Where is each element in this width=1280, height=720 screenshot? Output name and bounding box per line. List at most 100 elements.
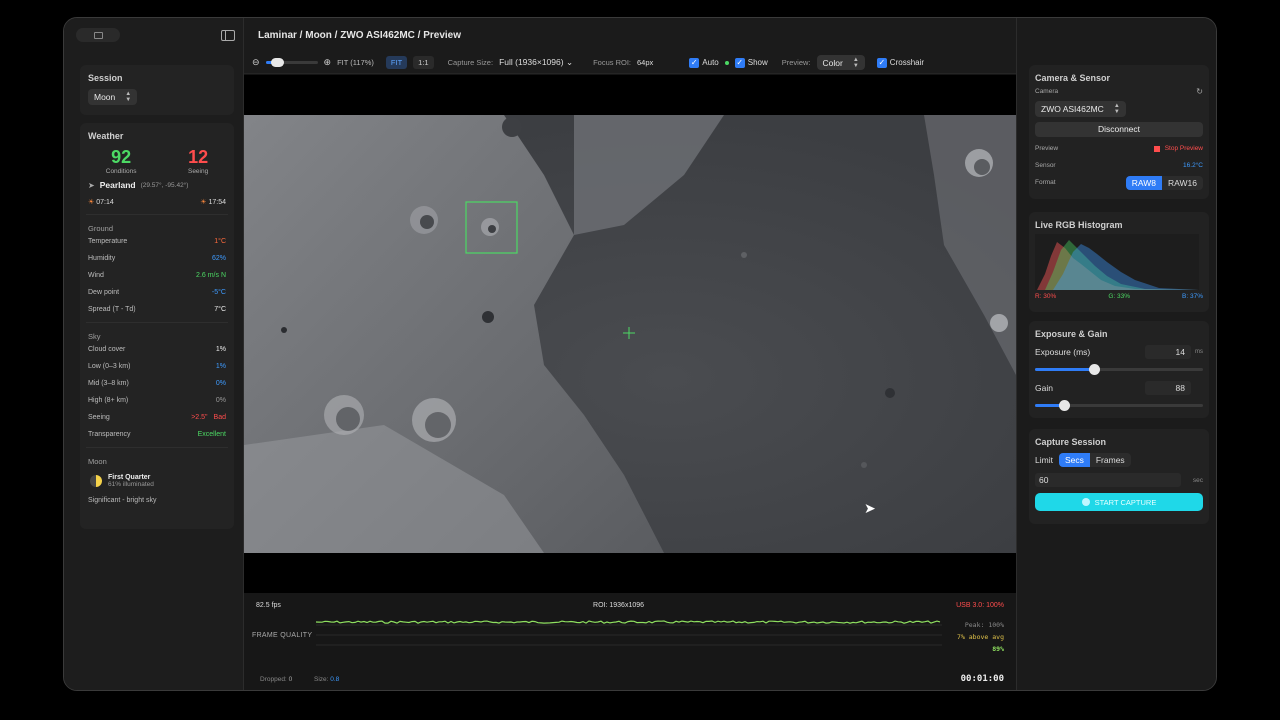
window-icon [93, 31, 103, 39]
show-label: Show [747, 58, 768, 67]
record-icon [1081, 498, 1090, 506]
roi-readout: ROI: 1936x1096 [593, 602, 645, 609]
gain-input[interactable]: 88 [1145, 381, 1191, 395]
limit-toggle: Secs Frames [1058, 453, 1131, 467]
start-capture-button[interactable]: START CAPTURE [1035, 493, 1203, 511]
sunset-time: 17:54 [208, 199, 226, 206]
seeing-value: 12 [188, 147, 209, 167]
fit-button[interactable]: FIT [385, 56, 408, 69]
above-avg-readout: 7% above avg [957, 633, 1004, 641]
sky-value: 0% [215, 380, 226, 387]
refresh-icon[interactable]: ↻ [1196, 87, 1203, 96]
sky-row: High (8+ km) 0% [80, 392, 234, 409]
sky-label: Low (0–3 km) [88, 363, 131, 370]
fps-readout: 82.5 fps [256, 602, 281, 609]
capture-size-select[interactable]: Full (1936×1096) ⌄ [499, 57, 573, 68]
dropped-label: Dropped: [260, 676, 287, 683]
exposure-slider-knob[interactable] [1088, 364, 1100, 375]
limit-label: Limit [1035, 455, 1053, 465]
ground-value: 7°C [214, 306, 226, 313]
frame-quality-label: FRAME QUALITY [252, 632, 313, 639]
exposure-input[interactable]: 14 [1145, 345, 1191, 359]
gain-slider-knob[interactable] [1058, 400, 1070, 411]
sky-row: Cloud cover 1% [80, 341, 234, 358]
ground-label: Wind [88, 272, 104, 279]
ground-row: Wind 2.6 m/s N [80, 267, 234, 284]
moon-heading: Moon [88, 457, 107, 466]
disconnect-button[interactable]: Disconnect [1035, 122, 1203, 137]
preview-label: Preview [1035, 145, 1059, 152]
location-arrow-icon: ➤ [88, 180, 95, 190]
rgb-histogram [1035, 234, 1199, 290]
conditions-label: Conditions [105, 168, 137, 175]
camera-select[interactable]: ZWO ASI462MC ▲ ▼ [1035, 101, 1126, 117]
sky-label: High (8+ km) [88, 397, 129, 404]
ground-label: Spread (T - Td) [88, 306, 136, 313]
hist-b: B: 37% [1182, 293, 1203, 300]
toolbar: ⊖ ⊕ FIT (117%) FIT 1:1 Capture Size: Ful… [244, 52, 1016, 74]
show-checkbox[interactable]: ✓ Show [734, 57, 768, 68]
auto-status-dot [724, 60, 729, 65]
capture-timer: 00:01:00 [960, 674, 1004, 684]
exposure-label: Exposure (ms) [1035, 347, 1091, 357]
zoom-in-icon[interactable]: ⊕ [324, 57, 332, 68]
zoom-slider-knob[interactable] [270, 58, 284, 67]
ground-row: Dew point -5°C [80, 284, 234, 301]
updown-icon: ▲ ▼ [125, 91, 132, 103]
preview-label: Preview: [781, 58, 811, 67]
preview-select[interactable]: Color ▲ ▼ [816, 55, 865, 70]
preview-viewer[interactable]: ➤ [244, 75, 1016, 593]
weather-title: Weather [88, 131, 124, 141]
chevron-down-icon: ⌄ [565, 57, 574, 67]
crosshair-checkbox[interactable]: ✓ Crosshair [876, 57, 925, 68]
camera-title: Camera & Sensor [1035, 73, 1111, 83]
camera-card: Camera & Sensor Camera ↻ ZWO ASI462MC ▲ ▼ D… [1029, 65, 1209, 199]
exposure-slider[interactable] [1035, 364, 1203, 375]
preview-value: Color [822, 57, 843, 68]
stop-icon [1153, 145, 1160, 152]
hist-r: R: 30% [1035, 293, 1057, 300]
sky-label: Cloud cover [88, 346, 126, 353]
capture-size-value: Full (1936×1096) [499, 57, 564, 67]
focus-roi-label: Focus ROI: [593, 58, 632, 67]
sidebar-toggle-icon[interactable] [221, 29, 235, 41]
zoom-out-icon[interactable]: ⊖ [252, 57, 260, 68]
frames-button[interactable]: Frames [1089, 453, 1131, 467]
auto-checkbox[interactable]: ✓ Auto [689, 57, 719, 68]
peak-readout: Peak: 100% [964, 621, 1004, 629]
sunrise-icon: ☀ [88, 199, 95, 206]
stop-preview-button[interactable]: Stop Preview [1153, 145, 1203, 152]
updown-icon: ▲ ▼ [1113, 103, 1120, 115]
raw16-button[interactable]: RAW16 [1162, 175, 1203, 190]
checkmark-icon: ✓ [876, 57, 887, 68]
sky-row: Transparency Excellent [80, 426, 234, 443]
sky-value: 0% [215, 397, 226, 404]
focus-roi-value: 64px [637, 58, 654, 67]
zoom-slider[interactable] [265, 58, 318, 67]
camera-value: ZWO ASI462MC [1041, 104, 1104, 114]
right-panel: Camera & Sensor Camera ↻ ZWO ASI462MC ▲ ▼ D… [1016, 18, 1216, 690]
sky-value: 1% [215, 363, 226, 370]
capture-unit: sec [1192, 476, 1203, 484]
crosshair-label: Crosshair [889, 58, 925, 67]
hist-g: G: 33% [1108, 293, 1131, 300]
session-select[interactable]: Moon ▲ ▼ [88, 89, 138, 105]
session-value: Moon [94, 92, 116, 102]
sky-row: Mid (3–8 km) 0% [80, 375, 234, 392]
window-button[interactable] [76, 28, 120, 42]
gain-slider[interactable] [1035, 400, 1203, 411]
one-to-one-button[interactable]: 1:1 [413, 56, 434, 69]
seeing-label: Seeing [187, 168, 209, 175]
breadcrumb: Laminar / Moon / ZWO ASI462MC / Preview [244, 18, 1016, 52]
ground-label: Temperature [88, 238, 128, 245]
capture-size-label: Capture Size: [447, 58, 494, 67]
sky-heading: Sky [88, 332, 101, 341]
moon-note: Significant - bright sky [88, 497, 157, 504]
raw8-button[interactable]: RAW8 [1125, 175, 1163, 190]
secs-button[interactable]: Secs [1058, 453, 1090, 467]
stats-panel: 82.5 fps ROI: 1936x1096 USB 3.0: 100% FR… [244, 593, 1016, 690]
capture-limit-input[interactable]: 60 [1035, 473, 1181, 487]
ground-value: 2.6 m/s N [196, 272, 226, 279]
moon-preview-image[interactable] [244, 115, 1016, 553]
histogram-card: Live RGB Histogram R: 30% G: 33% B: 37% [1029, 212, 1209, 312]
